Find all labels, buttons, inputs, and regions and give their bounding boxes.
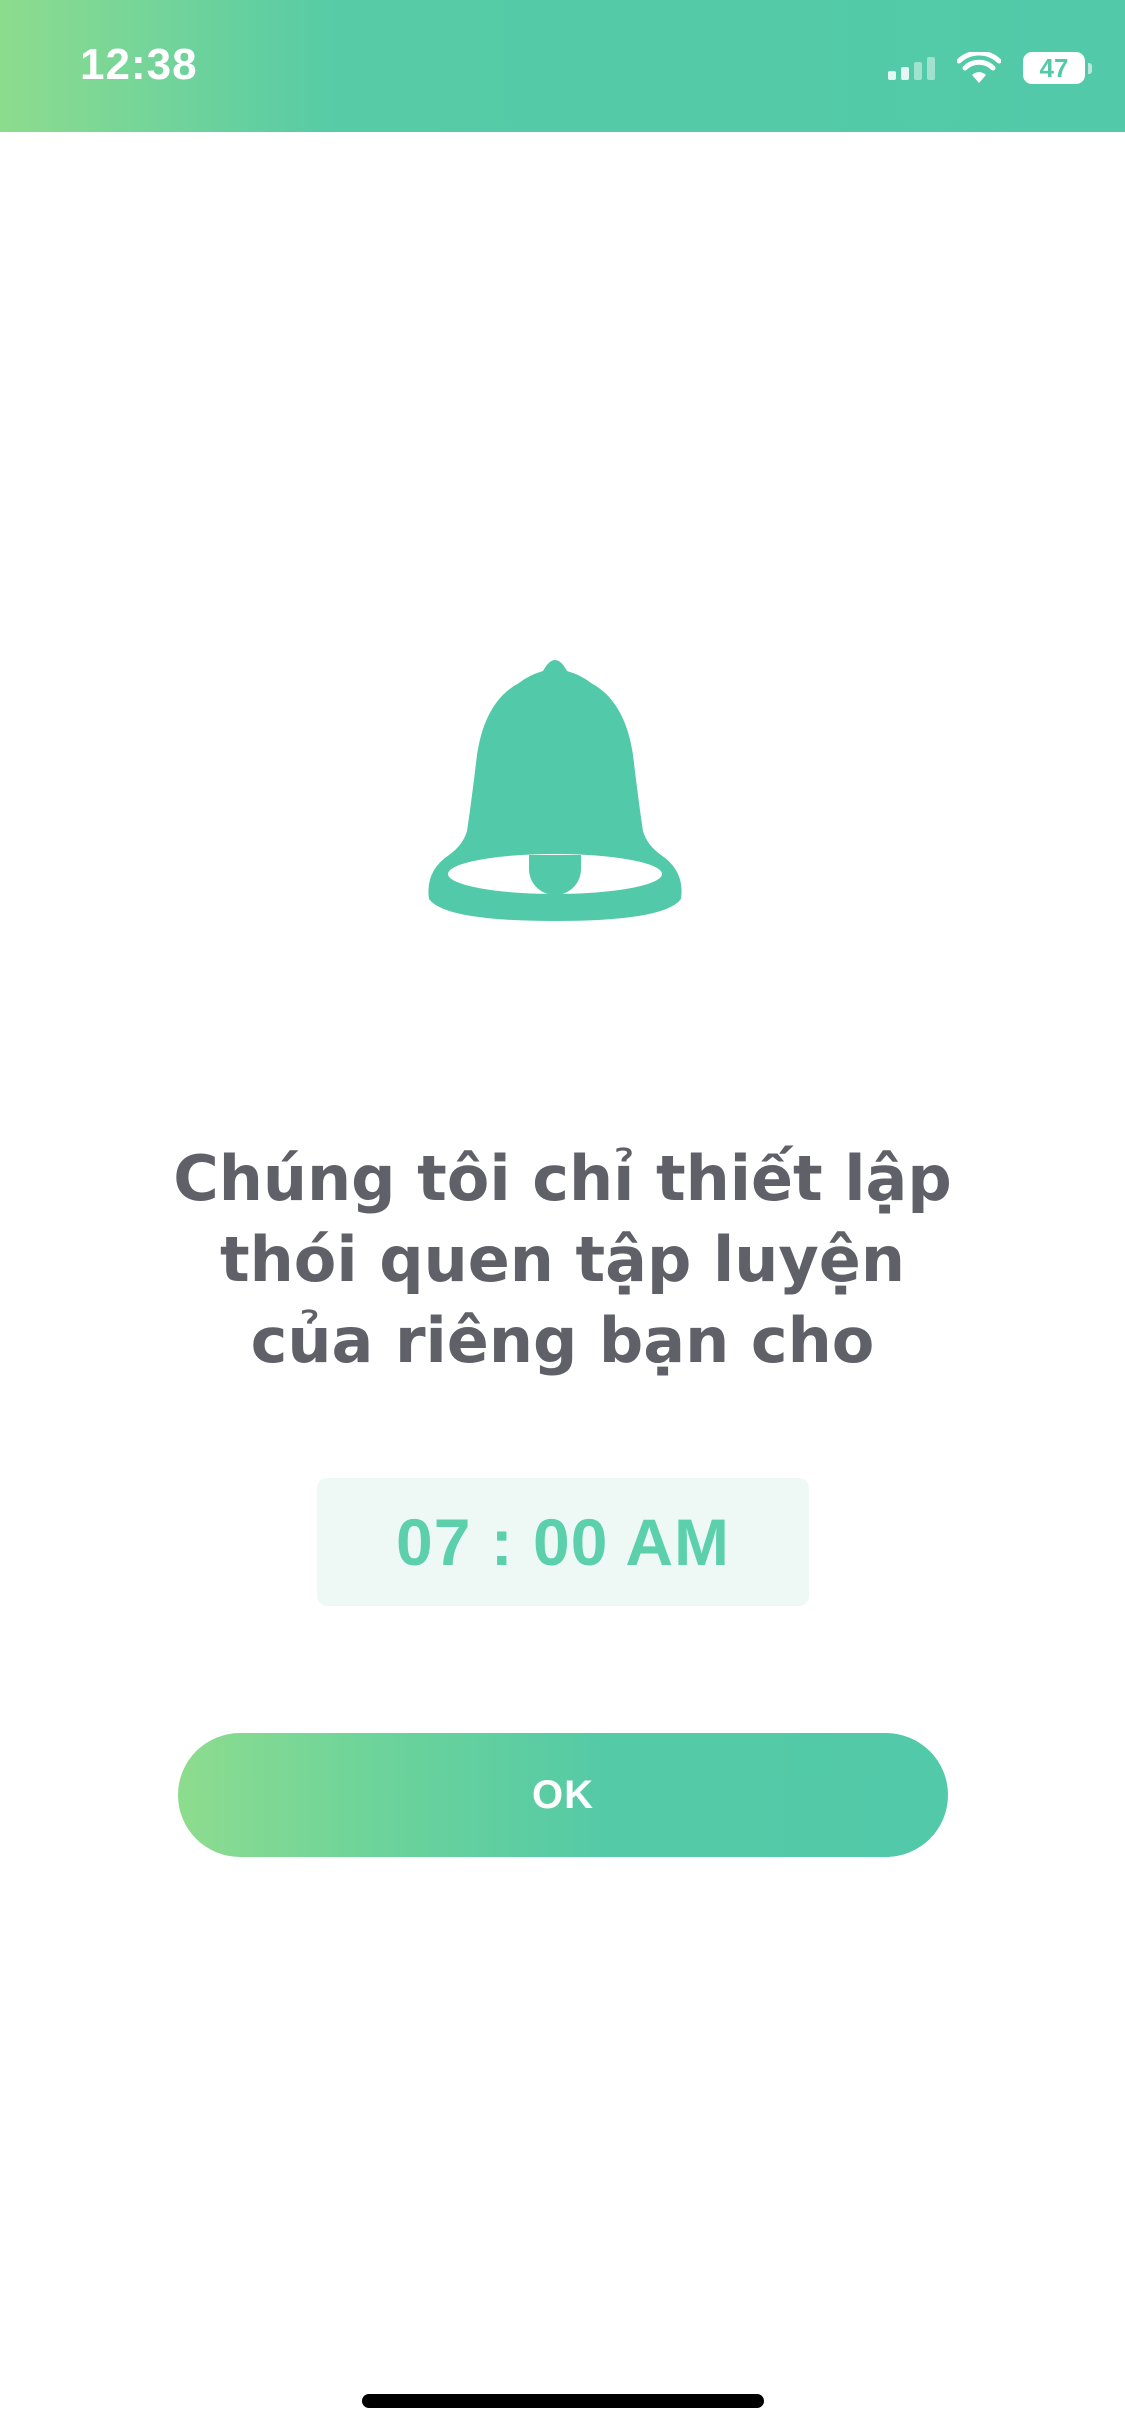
battery-icon: 47	[1023, 52, 1092, 84]
status-bar: 12:38 47	[0, 0, 1125, 132]
headline-line: Chúng tôi chỉ thiết lập	[173, 1142, 952, 1215]
headline: Chúng tôi chỉ thiết lập thói quen tập lu…	[120, 1138, 1005, 1381]
headline-line: của riêng bạn cho	[250, 1304, 875, 1377]
status-time: 12:38	[80, 40, 198, 89]
ok-button-label: OK	[532, 1772, 594, 1817]
battery-level: 47	[1039, 53, 1069, 83]
wifi-icon	[957, 52, 1001, 83]
time-picker[interactable]: 07 : 00 AM	[317, 1478, 809, 1606]
headline-line: thói quen tập luyện	[220, 1223, 905, 1296]
home-indicator[interactable]	[362, 2394, 764, 2408]
reminder-time: 07 : 00 AM	[395, 1505, 730, 1579]
ok-button[interactable]: OK	[178, 1733, 948, 1857]
bell-icon	[428, 660, 682, 921]
status-icons: 47	[888, 46, 1092, 90]
cellular-signal-icon	[888, 56, 935, 80]
